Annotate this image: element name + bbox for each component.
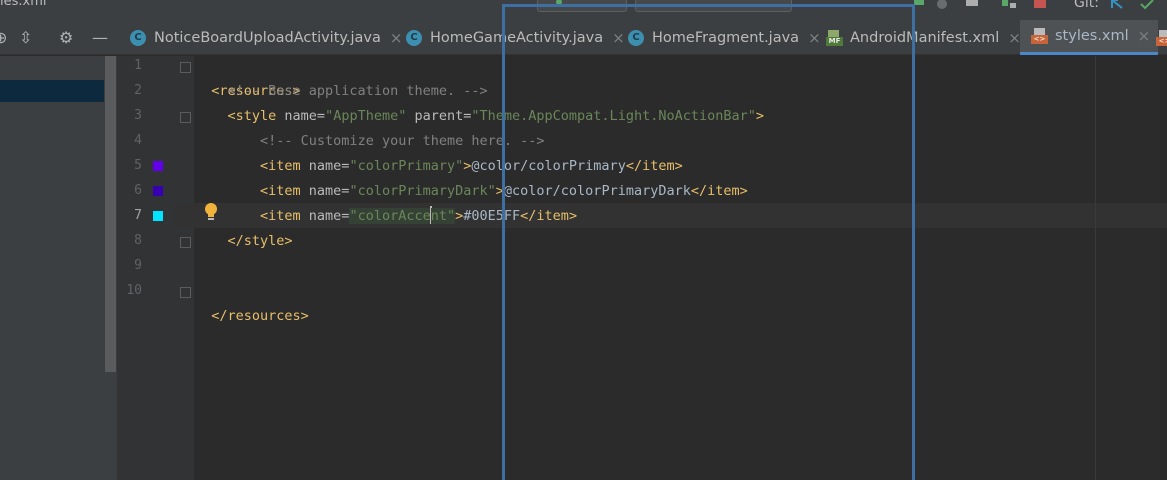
code-line-4[interactable]: <!-- Customize your theme here. --> [195,129,544,154]
gear-icon[interactable]: ⚙ [59,29,73,46]
line-number: 8 [134,233,142,248]
window-title: les.xml [0,0,47,9]
xml-value: "colorPrimary" [349,158,464,174]
java-class-icon: C [406,29,422,46]
xml-tag: </style> [227,233,293,249]
close-icon[interactable]: × [390,29,403,47]
xml-tag: </resources> [211,308,309,324]
tab-styles-xml[interactable]: <> styles.xml × [1020,20,1159,55]
fold-marker[interactable] [180,237,191,248]
line-number: 9 [134,258,142,273]
stop-icon[interactable] [1033,0,1047,12]
line-number-current: 7 [134,208,142,223]
line-number: 4 [134,133,142,148]
tab-label: NoticeBoardUploadActivity.java [154,29,381,46]
xml-tag: <style [227,108,277,124]
color-swatch-primary-dark[interactable] [153,186,163,196]
close-icon[interactable]: × [1138,27,1151,45]
java-class-icon: C [130,29,146,46]
profiler-icon[interactable] [965,0,979,12]
code-line-8[interactable]: </style> [195,229,293,254]
project-tree-selected-row[interactable] [0,80,104,102]
xml-attribute: name= [300,208,350,224]
xml-file-icon: <> [1031,28,1048,44]
xml-file-icon: <> [1156,29,1167,46]
line-number: 1 [134,58,142,73]
git-label: Git: [1074,0,1099,11]
line-number: 5 [134,158,142,173]
code-line-2[interactable]: <!-- Base application theme. --> [195,79,488,104]
git-commit-icon[interactable] [1140,0,1154,12]
color-swatch-accent[interactable] [153,211,163,221]
fold-marker[interactable] [180,62,191,73]
selection-overlay-box [502,4,915,480]
xml-attribute: name= [300,158,350,174]
target-icon[interactable]: ⊕ [0,29,7,46]
line-number: 6 [134,183,142,198]
close-icon[interactable]: × [1008,29,1021,47]
right-margin-guide [1095,56,1096,480]
apply-changes-icon[interactable] [1002,0,1016,12]
minimize-icon[interactable]: — [92,29,108,46]
tab-label: styles.xml [1055,28,1129,44]
line-number: 3 [134,108,142,123]
line-number: 2 [134,83,142,98]
project-panel [0,56,118,480]
tab-overflow[interactable]: <> [1156,20,1167,55]
git-update-icon[interactable] [1110,0,1124,12]
xml-tag: <item [260,158,301,174]
line-number: 10 [126,283,142,298]
debug-icon[interactable] [935,0,949,12]
fold-marker[interactable] [180,112,191,123]
xml-attribute: parent= [406,108,472,124]
xml-attribute: name= [300,183,350,199]
xml-value: "colorPrimaryDark" [349,183,496,199]
project-panel-scrollbar[interactable] [105,56,116,372]
tab-noticeboarduploadactivity[interactable]: C NoticeBoardUploadActivity.java × [130,20,402,55]
xml-tag: <item [260,183,301,199]
color-swatch-primary[interactable] [153,161,163,171]
code-line-10[interactable]: </resources> [195,279,309,324]
xml-comment: <!-- Base application theme. --> [227,83,488,99]
xml-value: nt" [430,208,456,224]
xml-value: "AppTheme" [325,108,407,124]
collapse-icon[interactable]: ⇳ [19,29,32,46]
xml-tag: <item [260,208,301,224]
code-line-1[interactable]: <resources> [195,54,300,99]
xml-attribute: name= [276,108,326,124]
fold-marker[interactable] [180,287,191,298]
xml-value: "colorAcce [349,208,431,224]
